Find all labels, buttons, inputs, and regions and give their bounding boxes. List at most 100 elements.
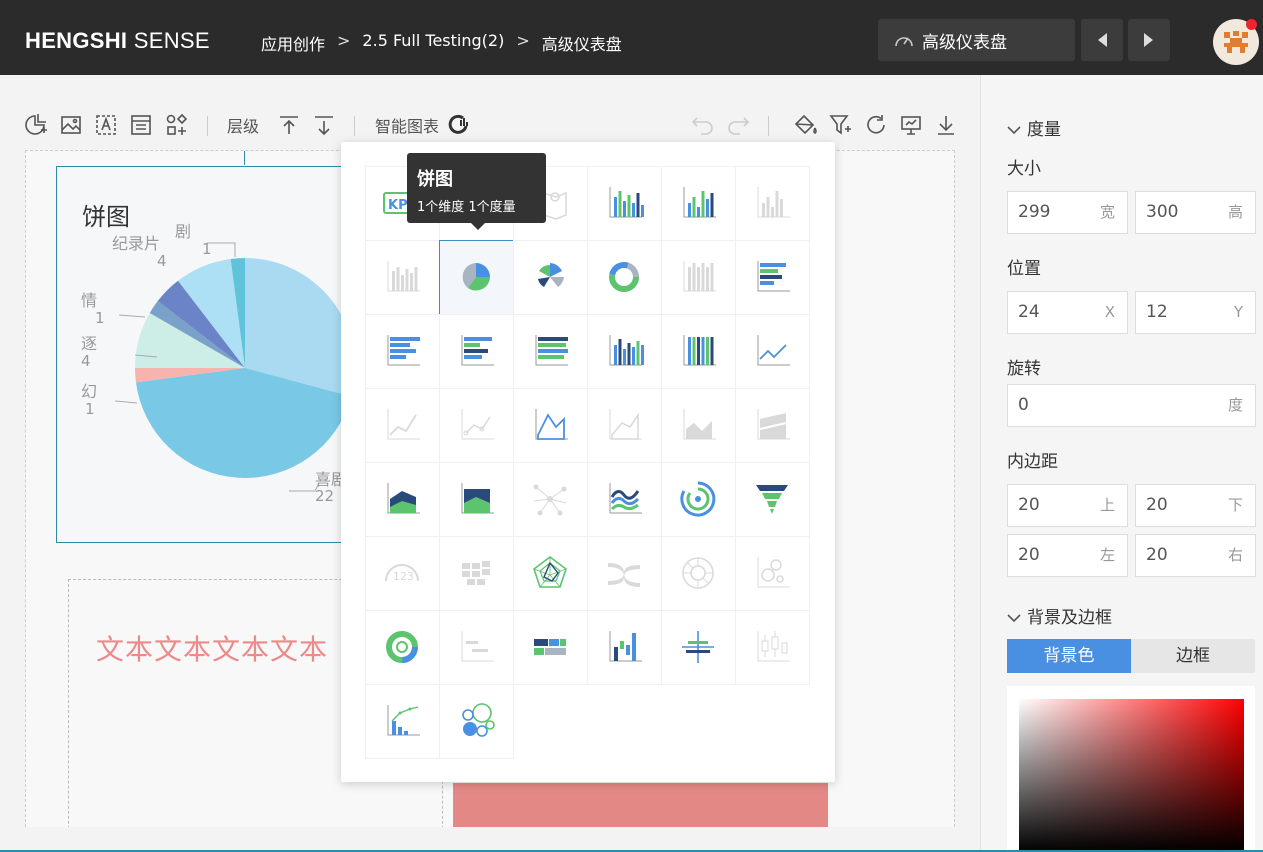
chart-type-option[interactable]	[734, 461, 810, 537]
pie-label-name: 情	[81, 291, 97, 310]
components-icon	[166, 113, 188, 135]
chart-type-option[interactable]	[364, 609, 440, 685]
chart-type-option[interactable]	[438, 313, 514, 389]
chart-type-option[interactable]	[586, 239, 662, 315]
chart-type-option[interactable]	[364, 387, 440, 463]
chart-type-option[interactable]	[438, 461, 514, 537]
add-component-button[interactable]	[165, 113, 189, 137]
height-input[interactable]: 300 高	[1135, 191, 1256, 234]
add-text-button[interactable]	[95, 113, 117, 137]
chart-type-option[interactable]	[438, 387, 514, 463]
breadcrumb-item[interactable]: 应用创作	[261, 31, 325, 55]
chart-type-option[interactable]	[586, 609, 662, 685]
chart-type-option[interactable]	[660, 609, 736, 685]
padding-top-input[interactable]: 20 上	[1007, 484, 1128, 527]
dashboard-selector[interactable]: 高级仪表盘	[878, 19, 1075, 61]
chart-type-option[interactable]	[438, 609, 514, 685]
chart-type-option[interactable]	[364, 239, 440, 315]
redo-button[interactable]	[726, 113, 750, 137]
rotate-input[interactable]: 0度	[1007, 384, 1256, 427]
download-icon	[938, 116, 954, 135]
position-x-input[interactable]: 24 X	[1007, 291, 1128, 334]
chevron-down-icon	[1007, 614, 1021, 623]
pie-label-name: 剧	[175, 222, 191, 241]
add-table-button[interactable]	[130, 113, 152, 137]
saturation-area[interactable]	[1019, 699, 1244, 852]
chart-type-option[interactable]	[734, 609, 810, 685]
chart-type-option[interactable]	[364, 313, 440, 389]
chart-type-option[interactable]	[586, 313, 662, 389]
download-button[interactable]	[935, 113, 957, 137]
chart-type-option[interactable]	[512, 461, 588, 537]
table-icon	[131, 115, 151, 135]
chart-type-option[interactable]	[660, 461, 736, 537]
chart-type-option[interactable]	[734, 313, 810, 389]
chart-type-option[interactable]	[364, 461, 440, 537]
presentation-icon	[901, 116, 921, 135]
chart-type-option[interactable]	[512, 239, 588, 315]
rose-chart-icon	[538, 263, 564, 287]
triangle-right-icon	[1144, 33, 1153, 47]
chart-type-option[interactable]	[734, 535, 810, 611]
padding-right-input[interactable]: 20 右	[1135, 534, 1256, 577]
add-chart-button[interactable]	[24, 113, 48, 137]
smart-chart-button[interactable]: 智能图表	[375, 113, 469, 137]
refresh-button[interactable]	[865, 113, 887, 137]
padding-left-input[interactable]: 20 左	[1007, 534, 1128, 577]
chart-type-option[interactable]	[734, 387, 810, 463]
measure-section-toggle[interactable]: 度量	[1007, 115, 1061, 140]
chart-type-option[interactable]	[660, 165, 736, 241]
chart-type-option[interactable]	[586, 165, 662, 241]
bring-forward-button[interactable]	[278, 113, 300, 137]
pie-label-value: 4	[157, 252, 167, 270]
chart-type-option[interactable]	[586, 535, 662, 611]
chart-type-option[interactable]	[512, 313, 588, 389]
chart-type-option[interactable]	[586, 387, 662, 463]
chart-type-option[interactable]	[734, 239, 810, 315]
add-image-button[interactable]	[60, 113, 82, 137]
radial-progress-icon	[680, 481, 716, 517]
pie-label-value: 4	[81, 352, 91, 370]
background-section-toggle[interactable]: 背景及边框	[1007, 603, 1112, 628]
tab-background-color[interactable]: 背景色	[1007, 639, 1131, 673]
padding-bottom-input[interactable]: 20 下	[1135, 484, 1256, 527]
gauge-disabled-icon: 123	[385, 564, 419, 583]
background-section-title: 背景及边框	[1027, 608, 1112, 628]
chart-type-option[interactable]	[438, 239, 514, 315]
chart-type-option[interactable]	[512, 609, 588, 685]
prev-button[interactable]	[1081, 19, 1123, 61]
leader-line	[118, 314, 146, 318]
layer-button[interactable]: 层级	[227, 113, 259, 137]
undo-button[interactable]	[691, 113, 715, 137]
chart-type-option[interactable]	[660, 239, 736, 315]
tab-border[interactable]: 边框	[1131, 639, 1255, 673]
chart-type-option[interactable]	[438, 535, 514, 611]
guide-line	[244, 151, 245, 165]
chart-type-option[interactable]	[512, 535, 588, 611]
width-input[interactable]: 299 宽	[1007, 191, 1128, 234]
present-button[interactable]	[900, 113, 922, 137]
send-backward-button[interactable]	[313, 113, 335, 137]
pie-chart-card[interactable]: 饼图 纪录片 4 剧 1 情 1 逐 4 幻 1 喜剧 22	[56, 166, 356, 543]
chart-type-option[interactable]	[438, 683, 514, 759]
style-button[interactable]	[794, 113, 818, 137]
user-avatar[interactable]	[1213, 19, 1259, 65]
chart-type-option[interactable]	[586, 461, 662, 537]
area-disabled-icon-2	[683, 409, 716, 440]
chart-type-option[interactable]	[660, 313, 736, 389]
next-button[interactable]	[1128, 19, 1170, 61]
network-disabled-icon	[533, 484, 567, 516]
filter-button[interactable]	[829, 113, 853, 137]
toolbar-divider	[768, 116, 769, 136]
chart-type-option[interactable]	[660, 535, 736, 611]
chart-type-option[interactable]: 123	[364, 535, 440, 611]
chart-type-option[interactable]	[512, 387, 588, 463]
redo-icon	[728, 117, 750, 135]
shape-block[interactable]	[453, 783, 828, 827]
app-logo[interactable]: HENGSHI SENSE	[25, 28, 210, 54]
chart-type-option[interactable]	[660, 387, 736, 463]
chart-type-option[interactable]	[364, 683, 440, 759]
chart-type-option[interactable]	[734, 165, 810, 241]
position-y-input[interactable]: 12 Y	[1135, 291, 1256, 334]
breadcrumb-item[interactable]: 2.5 Full Testing(2)	[362, 31, 504, 55]
